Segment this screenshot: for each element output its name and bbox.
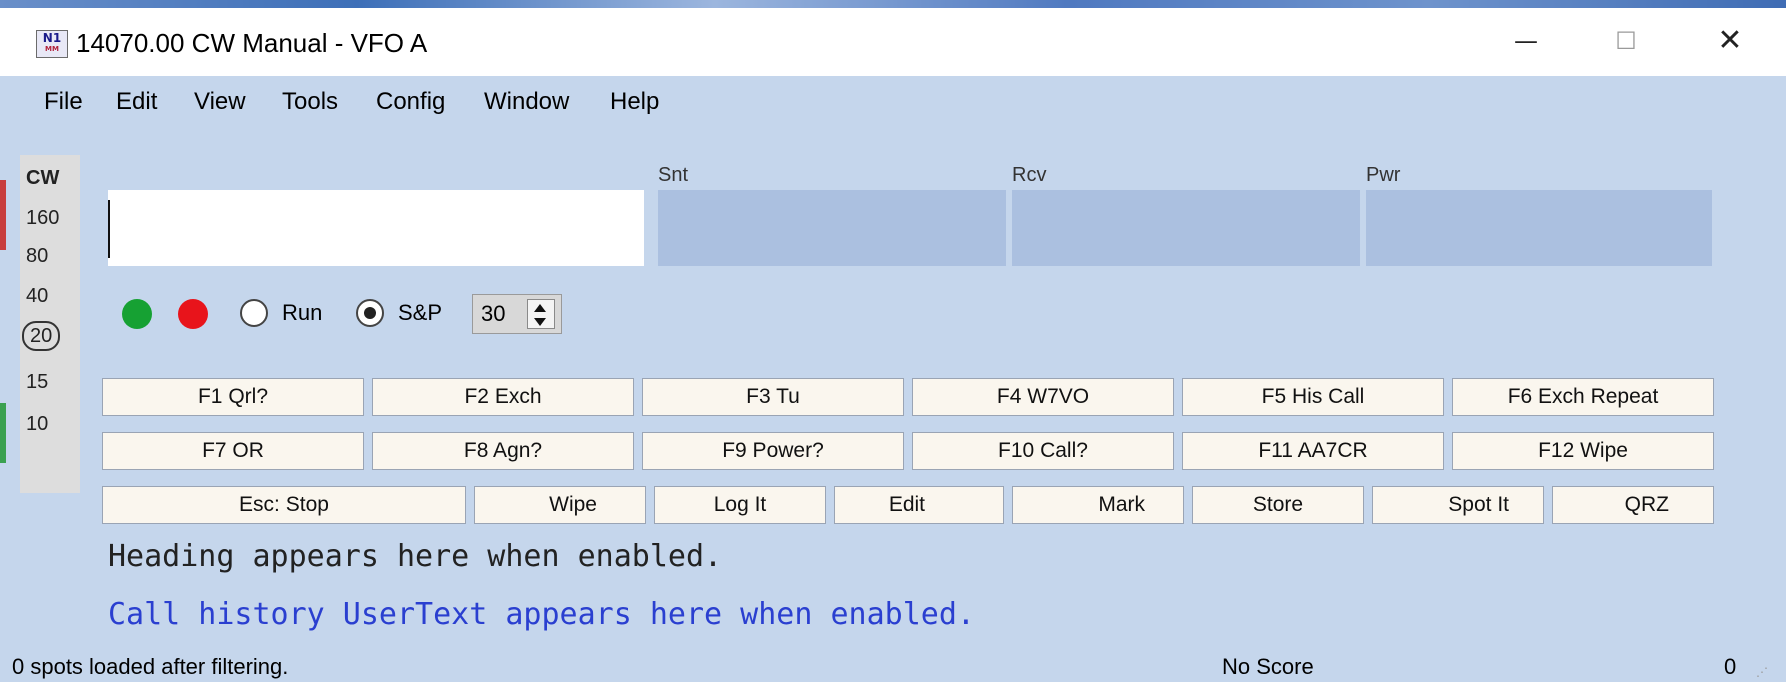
menu-window[interactable]: Window — [484, 88, 569, 116]
band-160[interactable]: 160 — [26, 207, 59, 230]
store-button[interactable]: Store — [1192, 486, 1364, 524]
sp-radio[interactable] — [356, 299, 384, 327]
spots-status: 0 spots loaded after filtering. — [12, 654, 289, 679]
wipe-button[interactable]: Wipe — [474, 486, 646, 524]
menu-bar: File Edit View Tools Config Window Help — [0, 84, 800, 124]
band-40[interactable]: 40 — [26, 285, 48, 308]
menu-file[interactable]: File — [44, 88, 83, 116]
f8-button[interactable]: F8 Agn? — [372, 432, 634, 470]
edit-button[interactable]: Edit — [834, 486, 1004, 524]
status-bar: 0 spots loaded after filtering. No Score… — [0, 644, 1786, 682]
qrz-button[interactable]: QRZ — [1552, 486, 1714, 524]
rcv-field[interactable] — [1012, 190, 1360, 266]
band-10[interactable]: 10 — [26, 413, 48, 436]
f2-button[interactable]: F2 Exch — [372, 378, 634, 416]
speed-spin-buttons[interactable] — [527, 299, 555, 329]
app-logo-icon: N1 MM — [36, 30, 68, 58]
pwr-field[interactable] — [1366, 190, 1712, 266]
speed-spinner[interactable]: 30 — [472, 294, 562, 334]
band-15[interactable]: 15 — [26, 371, 48, 394]
callsign-input[interactable] — [108, 190, 644, 266]
app-logo-text: N1 — [42, 31, 62, 45]
snt-field[interactable] — [658, 190, 1006, 266]
band-80[interactable]: 80 — [26, 245, 48, 268]
background-window-edge — [0, 180, 6, 250]
green-status-dot — [122, 299, 152, 329]
esc-stop-button[interactable]: Esc: Stop — [102, 486, 466, 524]
close-button[interactable]: ✕ — [1690, 18, 1770, 64]
menu-edit[interactable]: Edit — [116, 88, 157, 116]
f3-button[interactable]: F3 Tu — [642, 378, 904, 416]
speed-value[interactable]: 30 — [481, 301, 505, 327]
mark-button[interactable]: Mark — [1012, 486, 1184, 524]
f9-button[interactable]: F9 Power? — [642, 432, 904, 470]
spin-up-icon[interactable] — [534, 304, 546, 312]
menu-config[interactable]: Config — [376, 88, 445, 116]
desktop-background — [0, 0, 1786, 8]
maximize-button[interactable]: ☐ — [1586, 18, 1666, 64]
f5-button[interactable]: F5 His Call — [1182, 378, 1444, 416]
snt-label: Snt — [658, 164, 689, 186]
score-status: No Score — [1222, 654, 1314, 679]
sp-radio-label[interactable]: S&P — [398, 300, 442, 326]
f10-button[interactable]: F10 Call? — [912, 432, 1174, 470]
f6-button[interactable]: F6 Exch Repeat — [1452, 378, 1714, 416]
resize-grip-icon[interactable]: ⋰ — [1756, 666, 1774, 680]
window-title: 14070.00 CW Manual - VFO A — [76, 28, 428, 58]
count-status: 0 — [1724, 654, 1737, 679]
run-radio[interactable] — [240, 299, 268, 327]
log-it-button[interactable]: Log It — [654, 486, 826, 524]
menu-tools[interactable]: Tools — [282, 88, 338, 116]
title-bar[interactable]: N1 MM 14070.00 CW Manual - VFO A — ☐ ✕ — [0, 8, 1786, 76]
call-history-usertext: Call history UserText appears here when … — [108, 597, 975, 632]
band-selector: CW 160 80 40 20 15 10 — [20, 155, 80, 493]
red-status-dot — [178, 299, 208, 329]
logger-window: N1 MM 14070.00 CW Manual - VFO A — ☐ ✕ F… — [0, 8, 1786, 682]
background-window-edge — [0, 403, 6, 463]
spin-down-icon[interactable] — [534, 318, 546, 326]
f1-button[interactable]: F1 Qrl? — [102, 378, 364, 416]
menu-help[interactable]: Help — [610, 88, 659, 116]
run-radio-label[interactable]: Run — [282, 300, 322, 326]
band-20-selected[interactable]: 20 — [22, 321, 61, 351]
app-logo-subtext: MM — [45, 45, 59, 53]
pwr-label: Pwr — [1366, 164, 1401, 186]
f7-button[interactable]: F7 OR — [102, 432, 364, 470]
band-mode-label: CW — [26, 167, 60, 189]
rcv-label: Rcv — [1012, 164, 1047, 186]
f12-button[interactable]: F12 Wipe — [1452, 432, 1714, 470]
heading-line: Heading appears here when enabled. — [108, 539, 723, 574]
f4-button[interactable]: F4 W7VO — [912, 378, 1174, 416]
f11-button[interactable]: F11 AA7CR — [1182, 432, 1444, 470]
menu-view[interactable]: View — [194, 88, 246, 116]
text-caret — [108, 200, 110, 258]
spot-it-button[interactable]: Spot It — [1372, 486, 1544, 524]
minimize-button[interactable]: — — [1486, 18, 1566, 64]
